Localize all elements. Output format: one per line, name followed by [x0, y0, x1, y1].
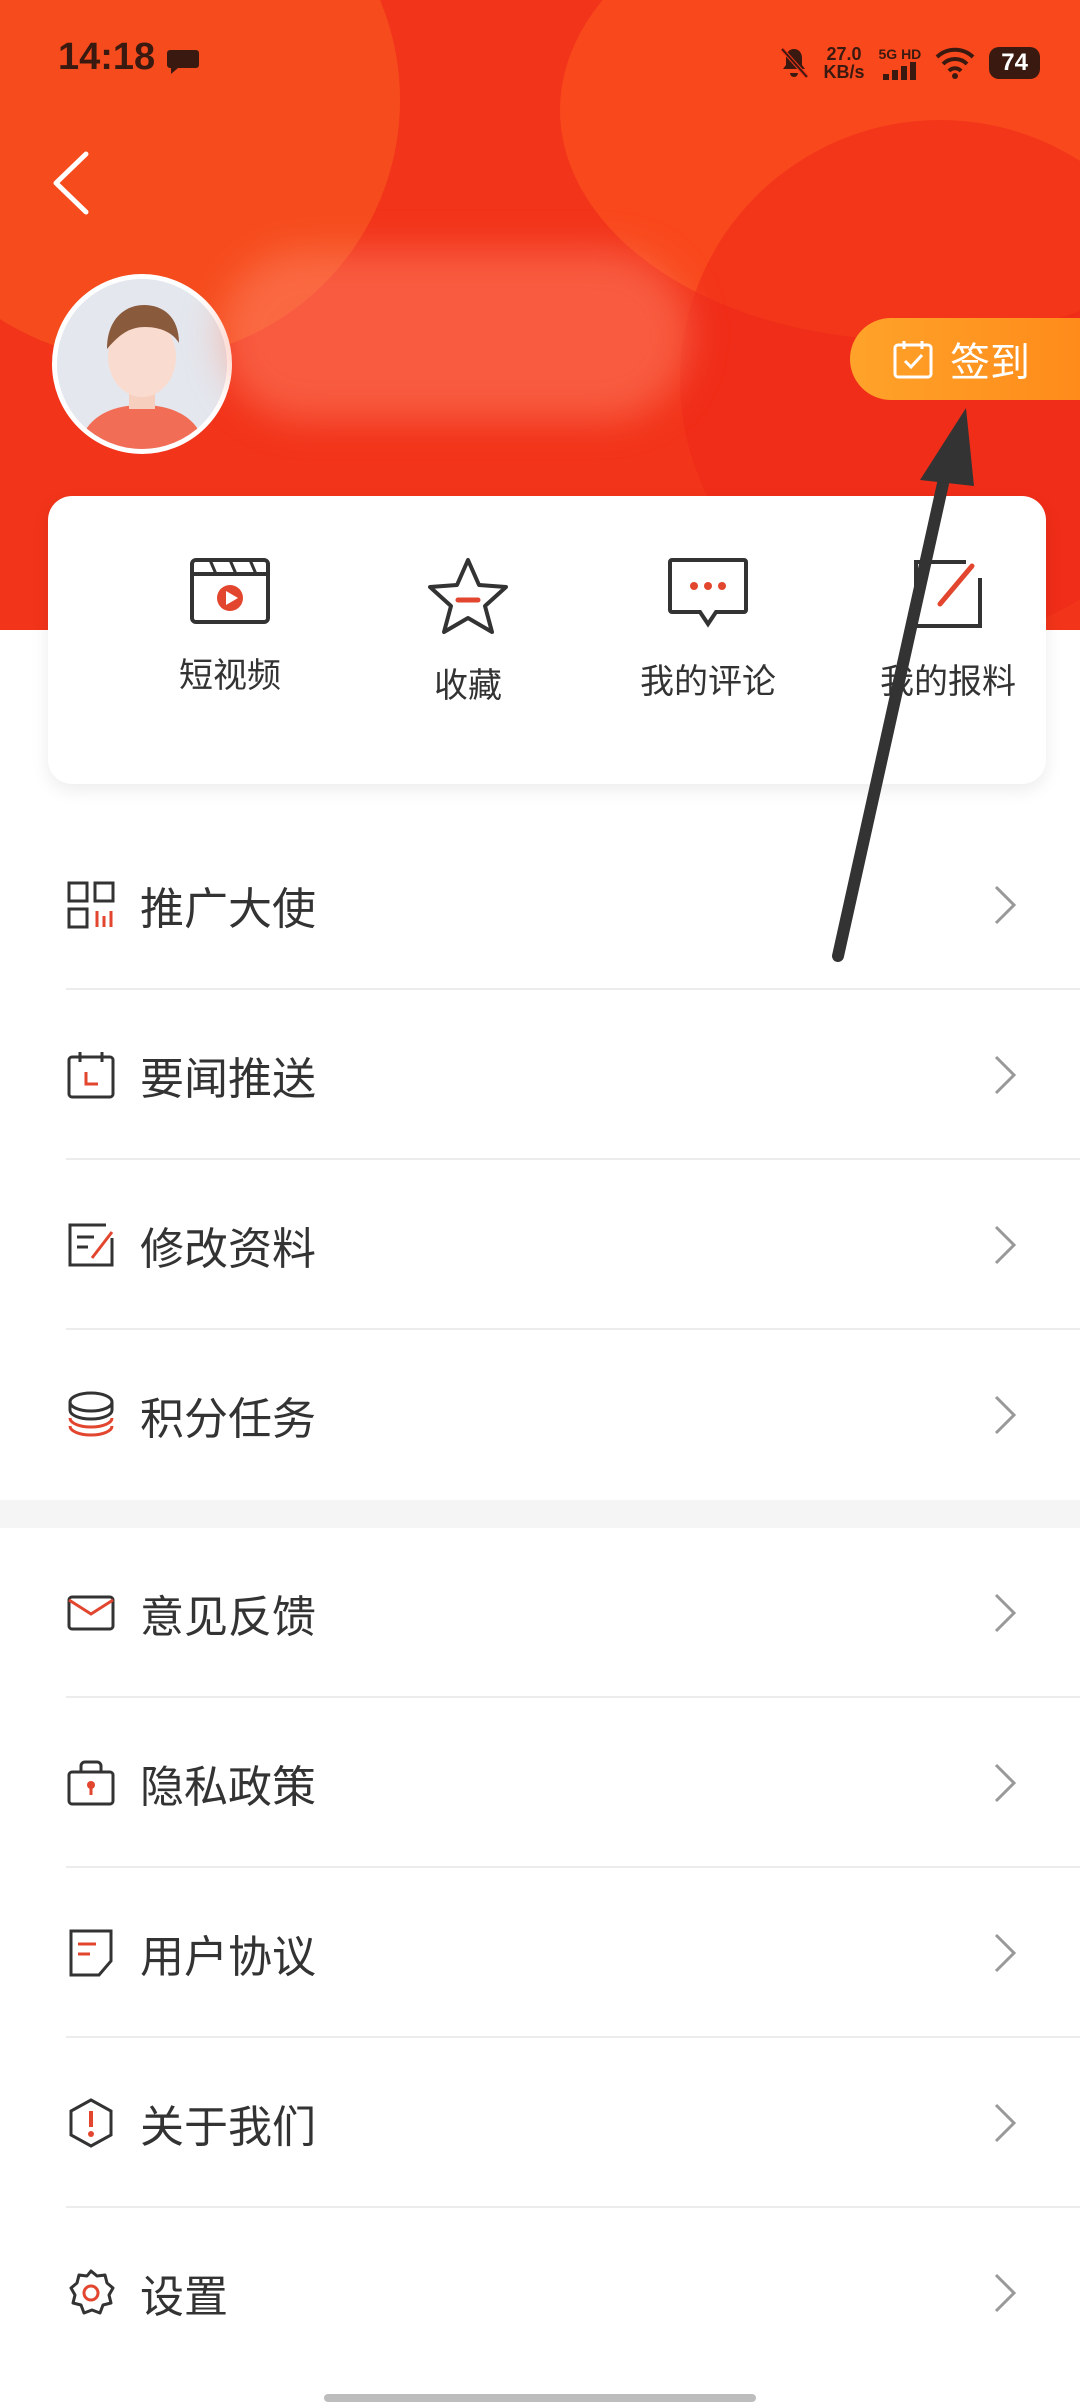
menu-item-privacy-policy[interactable]: 隐私政策 [0, 1698, 1080, 1868]
chevron-right-icon [994, 2273, 1017, 2313]
chevron-right-icon [994, 1055, 1017, 1095]
back-button[interactable] [44, 148, 104, 218]
edit-icon [914, 560, 982, 628]
menu-group-1: 推广大使 要闻推送 修改资料 积分任务 [0, 820, 1080, 1500]
quick-actions-card: 短视频 收藏 我的评论 我的报料 [48, 496, 1046, 784]
chevron-right-icon [994, 1395, 1017, 1435]
star-icon [428, 558, 508, 634]
menu-item-label: 要闻推送 [140, 1054, 316, 1105]
message-icon [167, 50, 199, 74]
menu-item-label: 用户协议 [140, 1932, 316, 1983]
menu-item-label: 积分任务 [140, 1394, 316, 1445]
chevron-right-icon [994, 1593, 1017, 1633]
calendar-check-icon [893, 341, 933, 379]
menu-item-feedback[interactable]: 意见反馈 [0, 1528, 1080, 1698]
quick-action-my-comments[interactable]: 我的评论 [608, 556, 808, 703]
edit-profile-icon [68, 1223, 114, 1267]
signin-label: 签到 [950, 340, 1030, 386]
quick-action-my-reports[interactable]: 我的报料 [848, 556, 1048, 703]
comment-icon [668, 558, 748, 628]
quick-action-favorites[interactable]: 收藏 [368, 556, 568, 707]
chevron-right-icon [994, 1763, 1017, 1803]
menu-item-settings[interactable]: 设置 [0, 2208, 1080, 2378]
avatar[interactable] [52, 274, 232, 454]
menu-item-news-push[interactable]: 要闻推送 [0, 990, 1080, 1160]
network-type: 5G HD [878, 46, 922, 62]
lock-icon [67, 1760, 115, 1806]
chevron-right-icon [994, 1933, 1017, 1973]
home-indicator[interactable] [324, 2394, 756, 2402]
menu-item-label: 意见反馈 [140, 1592, 316, 1643]
signal-icon [882, 62, 916, 80]
video-icon [190, 558, 270, 624]
gear-icon [69, 2269, 115, 2315]
avatar-image [57, 279, 227, 449]
grid-icon [67, 881, 115, 929]
quick-action-label: 短视频 [179, 656, 281, 696]
wifi-icon [935, 47, 975, 79]
menu-item-user-agreement[interactable]: 用户协议 [0, 1868, 1080, 2038]
status-time: 14:18 [58, 36, 156, 78]
quick-action-label: 我的评论 [640, 662, 776, 702]
net-speed-unit: KB/s [823, 62, 865, 82]
status-icons: 27.0 KB/s 5G HD 74 [779, 38, 1040, 88]
menu-item-label: 修改资料 [140, 1224, 316, 1275]
menu-item-about-us[interactable]: 关于我们 [0, 2038, 1080, 2208]
chevron-right-icon [994, 2103, 1017, 2143]
net-speed-value: 27.0 [826, 44, 862, 64]
menu-item-promotion-ambassador[interactable]: 推广大使 [0, 820, 1080, 990]
signal-group: 5G HD [878, 46, 922, 80]
menu-group-2: 意见反馈 隐私政策 用户协议 关于我们 设置 [0, 1528, 1080, 2378]
calendar-icon [67, 1052, 115, 1099]
quick-action-short-video[interactable]: 短视频 [130, 556, 330, 697]
status-bar: 14:18 27.0 KB/s 5G HD 74 [0, 0, 1080, 120]
menu-item-label: 推广大使 [140, 884, 316, 935]
mail-icon [67, 1595, 115, 1631]
mute-bell-icon [780, 47, 809, 79]
username-blurred [220, 250, 690, 420]
network-speed: 27.0 KB/s [823, 45, 864, 81]
menu-item-label: 设置 [140, 2272, 228, 2323]
menu-item-label: 关于我们 [140, 2102, 316, 2153]
chevron-right-icon [994, 1225, 1017, 1265]
document-icon [69, 1929, 113, 1977]
section-gap [0, 1500, 1080, 1528]
menu-item-label: 隐私政策 [140, 1762, 316, 1813]
coins-icon [68, 1391, 114, 1437]
chevron-right-icon [994, 885, 1017, 925]
info-icon [69, 2098, 113, 2148]
menu-item-points-tasks[interactable]: 积分任务 [0, 1330, 1080, 1500]
quick-action-label: 我的报料 [880, 662, 1016, 702]
signin-button[interactable]: 签到 [850, 318, 1080, 400]
menu-item-edit-profile[interactable]: 修改资料 [0, 1160, 1080, 1330]
quick-action-label: 收藏 [434, 666, 502, 706]
battery-indicator: 74 [989, 47, 1040, 79]
